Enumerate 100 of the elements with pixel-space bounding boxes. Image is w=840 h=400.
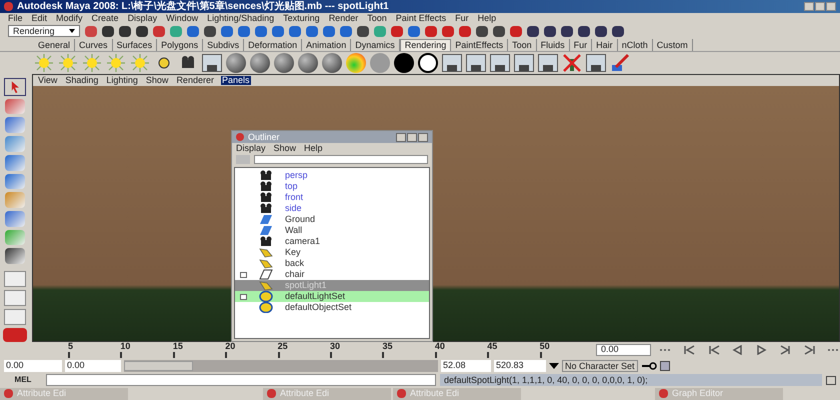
close-button[interactable] — [418, 132, 428, 142]
status-tool-icon[interactable] — [425, 26, 437, 36]
range-slider[interactable] — [124, 360, 438, 372]
menu-item[interactable]: Window — [166, 14, 198, 23]
start-time-field[interactable]: 0.00 — [4, 360, 62, 372]
tool-icon[interactable] — [5, 174, 25, 190]
panel-menu-item[interactable]: Shading — [64, 76, 100, 85]
menu-item[interactable]: Paint Effects — [396, 14, 446, 23]
shelf-tab[interactable]: Fur — [570, 39, 592, 51]
outliner-row[interactable]: chair — [235, 269, 429, 280]
maximize-button[interactable] — [815, 2, 825, 11]
status-tool-icon[interactable] — [357, 26, 369, 36]
status-tool-icon[interactable] — [289, 26, 301, 36]
outliner-row[interactable]: camera1 — [235, 236, 429, 247]
command-field[interactable] — [46, 374, 436, 386]
outliner-row[interactable]: Ground — [235, 214, 429, 225]
outliner-row[interactable]: Wall — [235, 225, 429, 236]
shelf-tab[interactable]: Subdivs — [203, 39, 244, 51]
menu-item[interactable]: Lighting/Shading — [207, 14, 274, 23]
crossed-lamp-icon[interactable] — [562, 53, 582, 73]
menu-item[interactable]: Display — [236, 144, 266, 153]
outliner-row[interactable]: side — [235, 203, 429, 214]
minimize-button[interactable] — [396, 132, 406, 142]
shelf-tab[interactable]: PaintEffects — [451, 39, 508, 51]
shelf-tab[interactable]: nCloth — [618, 39, 653, 51]
menu-item[interactable]: File — [8, 14, 23, 23]
menu-item[interactable]: Show — [274, 144, 296, 153]
menu-set-dropdown[interactable]: Rendering — [8, 25, 80, 37]
close-button[interactable] — [826, 2, 836, 11]
status-tool-icon[interactable] — [612, 26, 624, 36]
status-tool-icon[interactable] — [187, 26, 199, 36]
shelf-tab[interactable]: Toon — [508, 39, 537, 51]
menu-item[interactable]: Edit — [32, 14, 48, 23]
shelf-tab[interactable]: Curves — [75, 39, 113, 51]
status-tool-icon[interactable] — [544, 26, 556, 36]
shelf-tab[interactable]: Hair — [592, 39, 618, 51]
layout-icon[interactable] — [4, 309, 26, 326]
outliner-row[interactable]: front — [235, 192, 429, 203]
menu-item[interactable]: Modify — [56, 14, 83, 23]
tool-icon[interactable] — [5, 248, 25, 264]
menu-item[interactable]: Toon — [367, 14, 387, 23]
shelf-tab[interactable]: Fluids — [536, 39, 570, 51]
status-tool-icon[interactable] — [272, 26, 284, 36]
panel-menu-item[interactable]: Show — [144, 76, 170, 85]
outliner-row[interactable]: defaultLightSet — [235, 291, 429, 302]
tool-icon[interactable] — [5, 211, 25, 227]
character-set-field[interactable]: No Character Set — [562, 360, 638, 372]
menu-item[interactable]: Texturing — [283, 14, 320, 23]
shelf-tool-icon[interactable] — [538, 54, 558, 72]
status-tool-icon[interactable] — [323, 26, 335, 36]
panel-menu-item[interactable]: Panels — [220, 76, 250, 85]
status-tool-icon[interactable] — [476, 26, 488, 36]
menu-item[interactable]: Fur — [455, 14, 469, 23]
status-tool-icon[interactable] — [527, 26, 539, 36]
shelf-tool-icon[interactable] — [490, 54, 510, 72]
search-field[interactable] — [254, 155, 428, 164]
shelf-tool-icon[interactable] — [514, 54, 534, 72]
shelf-tab[interactable]: Deformation — [244, 39, 302, 51]
playback-start-field[interactable]: 0.00 — [65, 360, 121, 372]
shelf-tool-icon[interactable] — [202, 54, 222, 72]
shelf-tab[interactable]: Animation — [302, 39, 352, 51]
menu-item[interactable]: Help — [304, 144, 323, 153]
status-tool-icon[interactable] — [255, 26, 267, 36]
status-tool-icon[interactable] — [136, 26, 148, 36]
status-tool-icon[interactable] — [595, 26, 607, 36]
end-time-field[interactable]: 520.83 — [494, 360, 546, 372]
shelf-tab[interactable]: Rendering — [400, 39, 452, 51]
menu-item[interactable]: Create — [92, 14, 119, 23]
status-tool-icon[interactable] — [102, 26, 114, 36]
outliner-row[interactable]: persp — [235, 170, 429, 181]
shelf-tool-icon[interactable] — [466, 54, 486, 72]
status-tool-icon[interactable] — [510, 26, 522, 36]
minimize-button[interactable] — [804, 2, 814, 11]
shelf-tool-icon[interactable] — [586, 54, 606, 72]
outliner-row[interactable]: back — [235, 258, 429, 269]
expand-icon[interactable] — [240, 272, 246, 278]
playback-end-field[interactable]: 52.08 — [441, 360, 491, 372]
menu-item[interactable]: Help — [478, 14, 496, 23]
outliner-row[interactable]: defaultObjectSet — [235, 302, 429, 313]
maximize-button[interactable] — [407, 132, 417, 142]
expand-icon[interactable] — [240, 294, 246, 300]
status-tool-icon[interactable] — [221, 26, 233, 36]
shelf-tab[interactable]: Surfaces — [112, 39, 158, 51]
outliner-row[interactable]: top — [235, 181, 429, 192]
status-tool-icon[interactable] — [578, 26, 590, 36]
status-tool-icon[interactable] — [561, 26, 573, 36]
status-tool-icon[interactable] — [408, 26, 420, 36]
status-tool-icon[interactable] — [238, 26, 250, 36]
menu-item[interactable]: Display — [128, 14, 158, 23]
outliner-row[interactable]: Key — [235, 247, 429, 258]
panel-menu-item[interactable]: Renderer — [175, 76, 215, 85]
panel-menu-item[interactable]: Lighting — [105, 76, 139, 85]
status-tool-icon[interactable] — [459, 26, 471, 36]
status-tool-icon[interactable] — [340, 26, 352, 36]
brush-icon[interactable] — [610, 53, 630, 73]
status-tool-icon[interactable] — [442, 26, 454, 36]
key-icon[interactable] — [641, 362, 657, 370]
current-frame-field[interactable]: 0.00 — [596, 344, 651, 356]
layout-icon[interactable] — [4, 290, 26, 306]
layout-icon[interactable] — [4, 271, 26, 288]
